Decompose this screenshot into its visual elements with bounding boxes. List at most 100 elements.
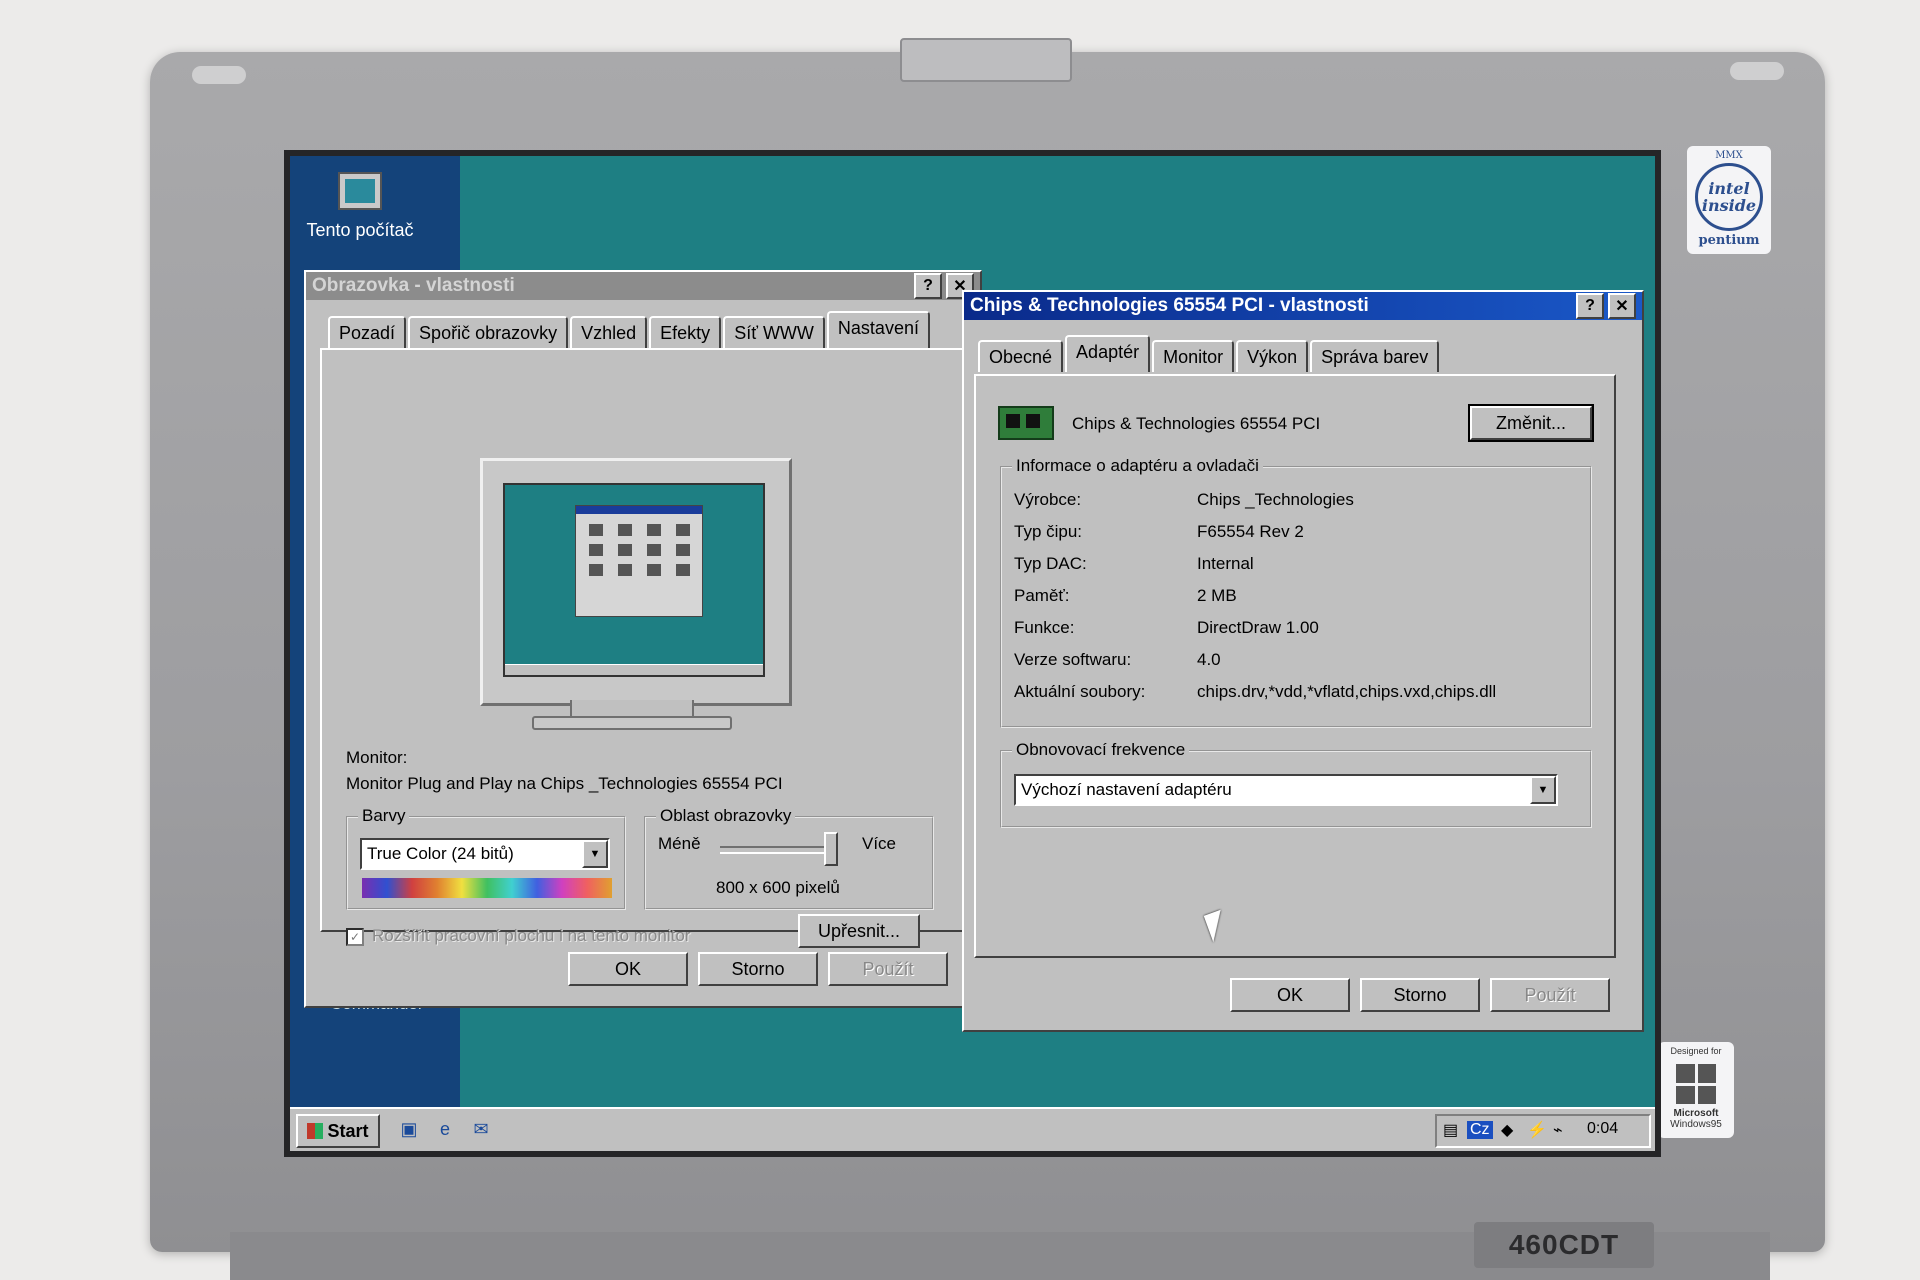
tab-web[interactable]: Síť WWW: [723, 316, 825, 348]
advanced-button[interactable]: Upřesnit...: [798, 914, 920, 948]
tab-settings[interactable]: Nastavení: [826, 311, 930, 348]
windows-logo-icon: [307, 1123, 324, 1139]
title-bar[interactable]: Obrazovka - vlastnosti ? ✕: [306, 272, 980, 300]
cancel-button[interactable]: Storno: [1360, 978, 1480, 1012]
change-button[interactable]: Změnit...: [1468, 404, 1594, 442]
cancel-button[interactable]: Storno: [698, 952, 818, 986]
refresh-rate-select-value: Výchozí nastavení adaptéru: [1021, 780, 1232, 799]
model-plate: 460CDT: [1474, 1222, 1654, 1268]
info-value-features: DirectDraw 1.00: [1197, 618, 1319, 637]
tab-screensaver[interactable]: Spořič obrazovky: [408, 316, 569, 348]
window-title: Chips & Technologies 65554 PCI - vlastno…: [970, 295, 1369, 316]
show-desktop-icon[interactable]: ▣: [398, 1118, 420, 1140]
monitor-base: [532, 716, 732, 730]
screen-area-group-label: Oblast obrazovky: [656, 806, 796, 826]
refresh-rate-group-label: Obnovovací frekvence: [1012, 740, 1190, 760]
computer-icon: [338, 172, 382, 210]
mini-taskbar: [505, 664, 763, 675]
tab-background[interactable]: Pozadí: [328, 316, 407, 348]
refresh-rate-select[interactable]: Výchozí nastavení adaptéru ▼: [1014, 774, 1558, 806]
settings-panel: Monitor: Monitor Plug and Play na Chips …: [320, 348, 964, 948]
help-button[interactable]: ?: [914, 273, 942, 299]
mini-window: [575, 505, 703, 617]
close-button[interactable]: ✕: [1608, 293, 1636, 319]
internet-explorer-icon[interactable]: e: [434, 1118, 456, 1140]
volume-tray-icon[interactable]: ◆: [1501, 1120, 1513, 1140]
start-button[interactable]: Start: [296, 1114, 380, 1148]
color-spectrum-bar: [362, 878, 612, 898]
resolution-slider-track[interactable]: [720, 846, 838, 854]
chevron-down-icon[interactable]: ▼: [582, 840, 608, 868]
intel-ring: intel inside: [1695, 163, 1763, 231]
system-tray: ▤ Cz ◆ ⚡ ⌁ 0:04: [1435, 1114, 1651, 1148]
windows-flag-icon: [1676, 1064, 1716, 1104]
ok-button[interactable]: OK: [568, 952, 688, 986]
info-value-chip-type: F65554 Rev 2: [1197, 522, 1304, 541]
desktop-icon-label: Tento počítač: [306, 220, 414, 240]
start-label: Start: [327, 1120, 369, 1141]
info-label-features: Funkce:: [1014, 618, 1075, 637]
tab-appearance[interactable]: Vzhled: [570, 316, 648, 348]
mouse-cursor-icon: [1203, 909, 1231, 943]
adapter-info-group: Informace o adaptéru a ovladači Výrobce:…: [1000, 456, 1592, 728]
clock[interactable]: 0:04: [1587, 1120, 1618, 1138]
info-label-chip-type: Typ čipu:: [1014, 522, 1083, 541]
colors-group: Barvy True Color (24 bitů) ▼: [346, 806, 626, 910]
windows95-sticker: Designed for Microsoft Windows95: [1658, 1042, 1734, 1138]
info-label-software-version: Verze softwaru:: [1014, 650, 1132, 669]
info-label-manufacturer: Výrobce:: [1014, 490, 1082, 509]
resolution-slider-thumb[interactable]: [824, 832, 838, 866]
tab-effects[interactable]: Efekty: [649, 316, 722, 348]
adapter-panel: Chips & Technologies 65554 PCI Změnit...…: [974, 374, 1616, 958]
adapter-info-group-label: Informace o adaptéru a ovladači: [1012, 456, 1263, 476]
adapter-properties-window: Chips & Technologies 65554 PCI - vlastno…: [962, 290, 1644, 1032]
help-button[interactable]: ?: [1576, 293, 1604, 319]
refresh-rate-group: Obnovovací frekvence Výchozí nastavení a…: [1000, 740, 1592, 828]
monitor-label: Monitor:: [346, 748, 408, 767]
tab-monitor[interactable]: Monitor: [1152, 340, 1235, 372]
intel-inside-sticker: MMX intel inside pentium: [1687, 146, 1771, 254]
windows95-label: Windows95: [1670, 1119, 1722, 1130]
language-indicator[interactable]: Cz: [1467, 1121, 1493, 1139]
display-tray-icon[interactable]: ▤: [1443, 1120, 1458, 1140]
adapter-name: Chips & Technologies 65554 PCI: [1072, 414, 1321, 433]
display-adapter-icon: [998, 406, 1054, 440]
info-value-manufacturer: Chips _Technologies: [1197, 490, 1354, 509]
taskbar: Start ▣ e ✉ ▤ Cz ◆ ⚡ ⌁ 0:04: [290, 1107, 1655, 1151]
intel-logo-text: intel inside: [1701, 179, 1757, 215]
desktop-icon-my-computer[interactable]: Tento počítač: [300, 172, 420, 241]
monitor-preview-screen: [503, 483, 765, 677]
colors-select[interactable]: True Color (24 bitů) ▼: [360, 838, 610, 870]
tab-general[interactable]: Obecné: [978, 340, 1064, 372]
mmx-label: MMX: [1715, 150, 1743, 161]
extend-desktop-label: Rozšířit pracovní plochu i na tento moni…: [372, 926, 691, 945]
window-title: Obrazovka - vlastnosti: [312, 275, 515, 296]
bumper-left: [192, 66, 246, 84]
resolution-value: 800 x 600 pixelů: [716, 878, 840, 897]
latch: [900, 38, 1072, 82]
outlook-express-icon[interactable]: ✉: [470, 1118, 492, 1140]
title-bar[interactable]: Chips & Technologies 65554 PCI - vlastno…: [964, 292, 1642, 320]
ok-button[interactable]: OK: [1230, 978, 1350, 1012]
screen-area-group: Oblast obrazovky Méně Více 800 x 600 pix…: [644, 806, 934, 910]
colors-group-label: Barvy: [358, 806, 410, 826]
extend-desktop-checkbox[interactable]: ✓: [346, 928, 364, 946]
tab-strip: Obecné Adaptér Monitor Výkon Správa bare…: [978, 335, 1441, 372]
apply-button[interactable]: Použít: [828, 952, 948, 986]
area-more-label: Více: [862, 834, 897, 853]
power-tray-icon[interactable]: ⚡: [1527, 1120, 1547, 1140]
monitor-preview: [480, 458, 792, 706]
info-value-dac-type: Internal: [1197, 554, 1254, 573]
tab-adapter[interactable]: Adaptér: [1065, 335, 1151, 372]
designed-for-label: Designed for: [1670, 1046, 1722, 1056]
tab-performance[interactable]: Výkon: [1236, 340, 1309, 372]
tab-color-management[interactable]: Správa barev: [1310, 340, 1440, 372]
microsoft-label: Microsoft: [1673, 1108, 1719, 1119]
info-value-software-version: 4.0: [1197, 650, 1221, 669]
chevron-down-icon[interactable]: ▼: [1530, 776, 1556, 804]
apply-button[interactable]: Použít: [1490, 978, 1610, 1012]
info-label-dac-type: Typ DAC:: [1014, 554, 1087, 573]
network-tray-icon[interactable]: ⌁: [1553, 1120, 1563, 1140]
info-label-memory: Paměť:: [1014, 586, 1070, 605]
laptop-screen: Tento počítač Commander Obrazovka - vlas…: [284, 150, 1661, 1157]
